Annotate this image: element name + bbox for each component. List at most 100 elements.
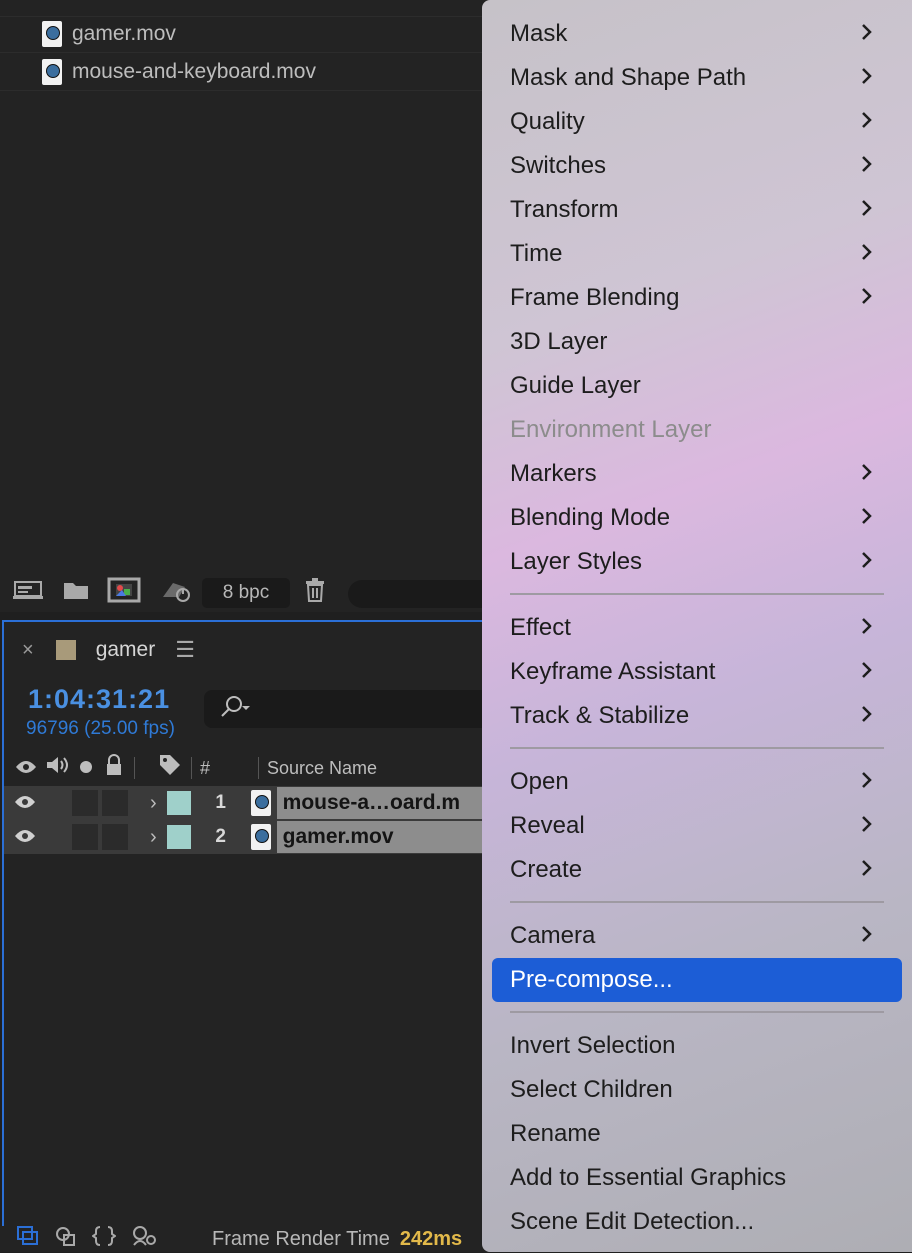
menu-item-transform[interactable]: Transform	[492, 188, 902, 232]
movie-file-icon	[250, 824, 271, 850]
trash-icon[interactable]	[302, 577, 328, 610]
project-item-label: gamer.mov	[72, 22, 176, 45]
project-item-mouse-and-keyboard[interactable]: mouse-and-keyboard.mov	[0, 54, 490, 91]
menu-item-label: Reveal	[510, 812, 585, 839]
new-folder-icon[interactable]	[60, 579, 92, 608]
menu-item-reveal[interactable]: Reveal	[492, 804, 902, 848]
menu-item-label: Guide Layer	[510, 372, 641, 399]
layer-row[interactable]: › 2 gamer.mov	[4, 820, 490, 854]
close-tab-icon[interactable]: ×	[22, 639, 34, 662]
menu-item-select-children[interactable]: Select Children	[492, 1068, 902, 1112]
column-number[interactable]: #	[200, 758, 250, 779]
lock-icon[interactable]	[102, 754, 126, 782]
tab-title: gamer	[95, 638, 156, 661]
label-tag-icon[interactable]	[157, 753, 183, 783]
menu-item-label: Environment Layer	[510, 416, 712, 443]
column-divider	[134, 757, 135, 779]
layer-row[interactable]: › 1 mouse-a…oard.m	[4, 786, 490, 820]
menu-item-label: Open	[510, 768, 569, 795]
project-item-gamer-comp[interactable]: gamer	[0, 0, 490, 17]
timeline-status-bar: Frame Render Time 242ms	[0, 1226, 490, 1252]
solo-switch[interactable]	[72, 790, 98, 816]
project-item-label: mouse-and-keyboard.mov	[72, 60, 316, 83]
menu-item-label: Rename	[510, 1120, 601, 1147]
lock-switch[interactable]	[102, 824, 128, 850]
panel-menu-icon[interactable]: ☰	[175, 637, 195, 663]
eye-icon[interactable]	[14, 757, 38, 780]
layer-visibility-toggle[interactable]	[4, 827, 46, 848]
menu-item-quality[interactable]: Quality	[492, 100, 902, 144]
project-item-gamer-mov[interactable]: gamer.mov	[0, 16, 490, 53]
bit-depth-button[interactable]: 8 bpc	[202, 578, 290, 608]
menu-item-blending-mode[interactable]: Blending Mode	[492, 496, 902, 540]
modes-icon[interactable]	[54, 1225, 78, 1253]
frame-render-time-value: 242ms	[399, 1227, 463, 1250]
chevron-right-icon	[860, 550, 876, 570]
menu-item-create[interactable]: Create	[492, 848, 902, 892]
layer-context-menu: Mask Mask and Shape Path Quality Switches Tr…	[482, 0, 912, 1252]
timeline-panel: × gamer ☰ 1:04:31:21 96796 (25.00 fps) #…	[2, 620, 494, 1252]
menu-item-label: Camera	[510, 922, 596, 949]
menu-item-label: Markers	[510, 460, 597, 487]
column-source-name[interactable]: Source Name	[267, 758, 377, 779]
current-timecode[interactable]: 1:04:31:21	[28, 684, 170, 715]
menu-item-invert-selection[interactable]: Invert Selection	[492, 1024, 902, 1068]
new-composition-icon[interactable]	[106, 577, 142, 610]
layer-label-color[interactable]	[166, 791, 191, 815]
menu-item-label: Transform	[510, 196, 619, 223]
chevron-right-icon[interactable]: ›	[150, 826, 157, 849]
chevron-right-icon	[860, 462, 876, 482]
menu-item-keyframe-assistant[interactable]: Keyframe Assistant	[492, 650, 902, 694]
menu-item-open[interactable]: Open	[492, 760, 902, 804]
menu-item-label: Mask	[510, 20, 568, 47]
chevron-right-icon[interactable]: ›	[150, 792, 157, 815]
column-header: # Source Name	[4, 750, 488, 786]
menu-item-frame-blending[interactable]: Frame Blending	[492, 276, 902, 320]
timeline-tab[interactable]: × gamer ☰	[4, 622, 488, 678]
render-queue-icon[interactable]	[158, 577, 192, 610]
layer-label-color[interactable]	[166, 825, 191, 849]
menu-item-add-to-essential-graphics[interactable]: Add to Essential Graphics	[492, 1156, 902, 1200]
menu-item-label: Create	[510, 856, 583, 883]
menu-item-time[interactable]: Time	[492, 232, 902, 276]
chevron-right-icon	[860, 506, 876, 526]
layer-visibility-toggle[interactable]	[4, 793, 46, 814]
layer-source-name[interactable]: gamer.mov	[276, 821, 490, 853]
menu-item-scene-edit-detection[interactable]: Scene Edit Detection...	[492, 1200, 902, 1244]
speaker-icon[interactable]	[44, 755, 70, 781]
search-input[interactable]	[204, 690, 494, 728]
lock-switch[interactable]	[102, 790, 128, 816]
menu-item-mask-and-shape-path[interactable]: Mask and Shape Path	[492, 56, 902, 100]
menu-item-markers[interactable]: Markers	[492, 452, 902, 496]
menu-item-pre-compose[interactable]: Pre-compose...	[492, 958, 902, 1002]
menu-item-rename[interactable]: Rename	[492, 1112, 902, 1156]
menu-item-label: Pre-compose...	[510, 966, 673, 993]
menu-separator	[510, 901, 884, 903]
motion-blur-icon[interactable]	[130, 1225, 158, 1253]
menu-item-label: Quality	[510, 108, 585, 135]
layer-number: 2	[215, 826, 226, 847]
layer-source-name[interactable]: mouse-a…oard.m	[276, 787, 490, 819]
interpret-footage-icon[interactable]	[10, 578, 46, 609]
menu-item-3d-layer[interactable]: 3D Layer	[492, 320, 902, 364]
menu-item-label: Add to Essential Graphics	[510, 1164, 787, 1191]
movie-file-icon	[250, 790, 271, 816]
menu-item-track-stabilize[interactable]: Track & Stabilize	[492, 694, 902, 738]
solo-switch[interactable]	[72, 824, 98, 850]
menu-item-guide-layer[interactable]: Guide Layer	[492, 364, 902, 408]
chevron-right-icon	[860, 110, 876, 130]
menu-item-mask[interactable]: Mask	[492, 12, 902, 56]
menu-item-switches[interactable]: Switches	[492, 144, 902, 188]
menu-item-effect[interactable]: Effect	[492, 606, 902, 650]
menu-item-label: Mask and Shape Path	[510, 64, 747, 91]
menu-item-camera[interactable]: Camera	[492, 914, 902, 958]
chevron-right-icon	[860, 704, 876, 724]
brackets-icon[interactable]	[91, 1225, 117, 1253]
menu-item-layer-styles[interactable]: Layer Styles	[492, 540, 902, 584]
composition-color-swatch	[55, 640, 76, 660]
menu-item-label: Scene Edit Detection...	[510, 1208, 755, 1235]
chevron-right-icon	[860, 858, 876, 878]
layer-switches-icon[interactable]	[16, 1225, 40, 1253]
project-scrollbar[interactable]	[348, 580, 488, 608]
solo-icon[interactable]	[76, 757, 96, 780]
